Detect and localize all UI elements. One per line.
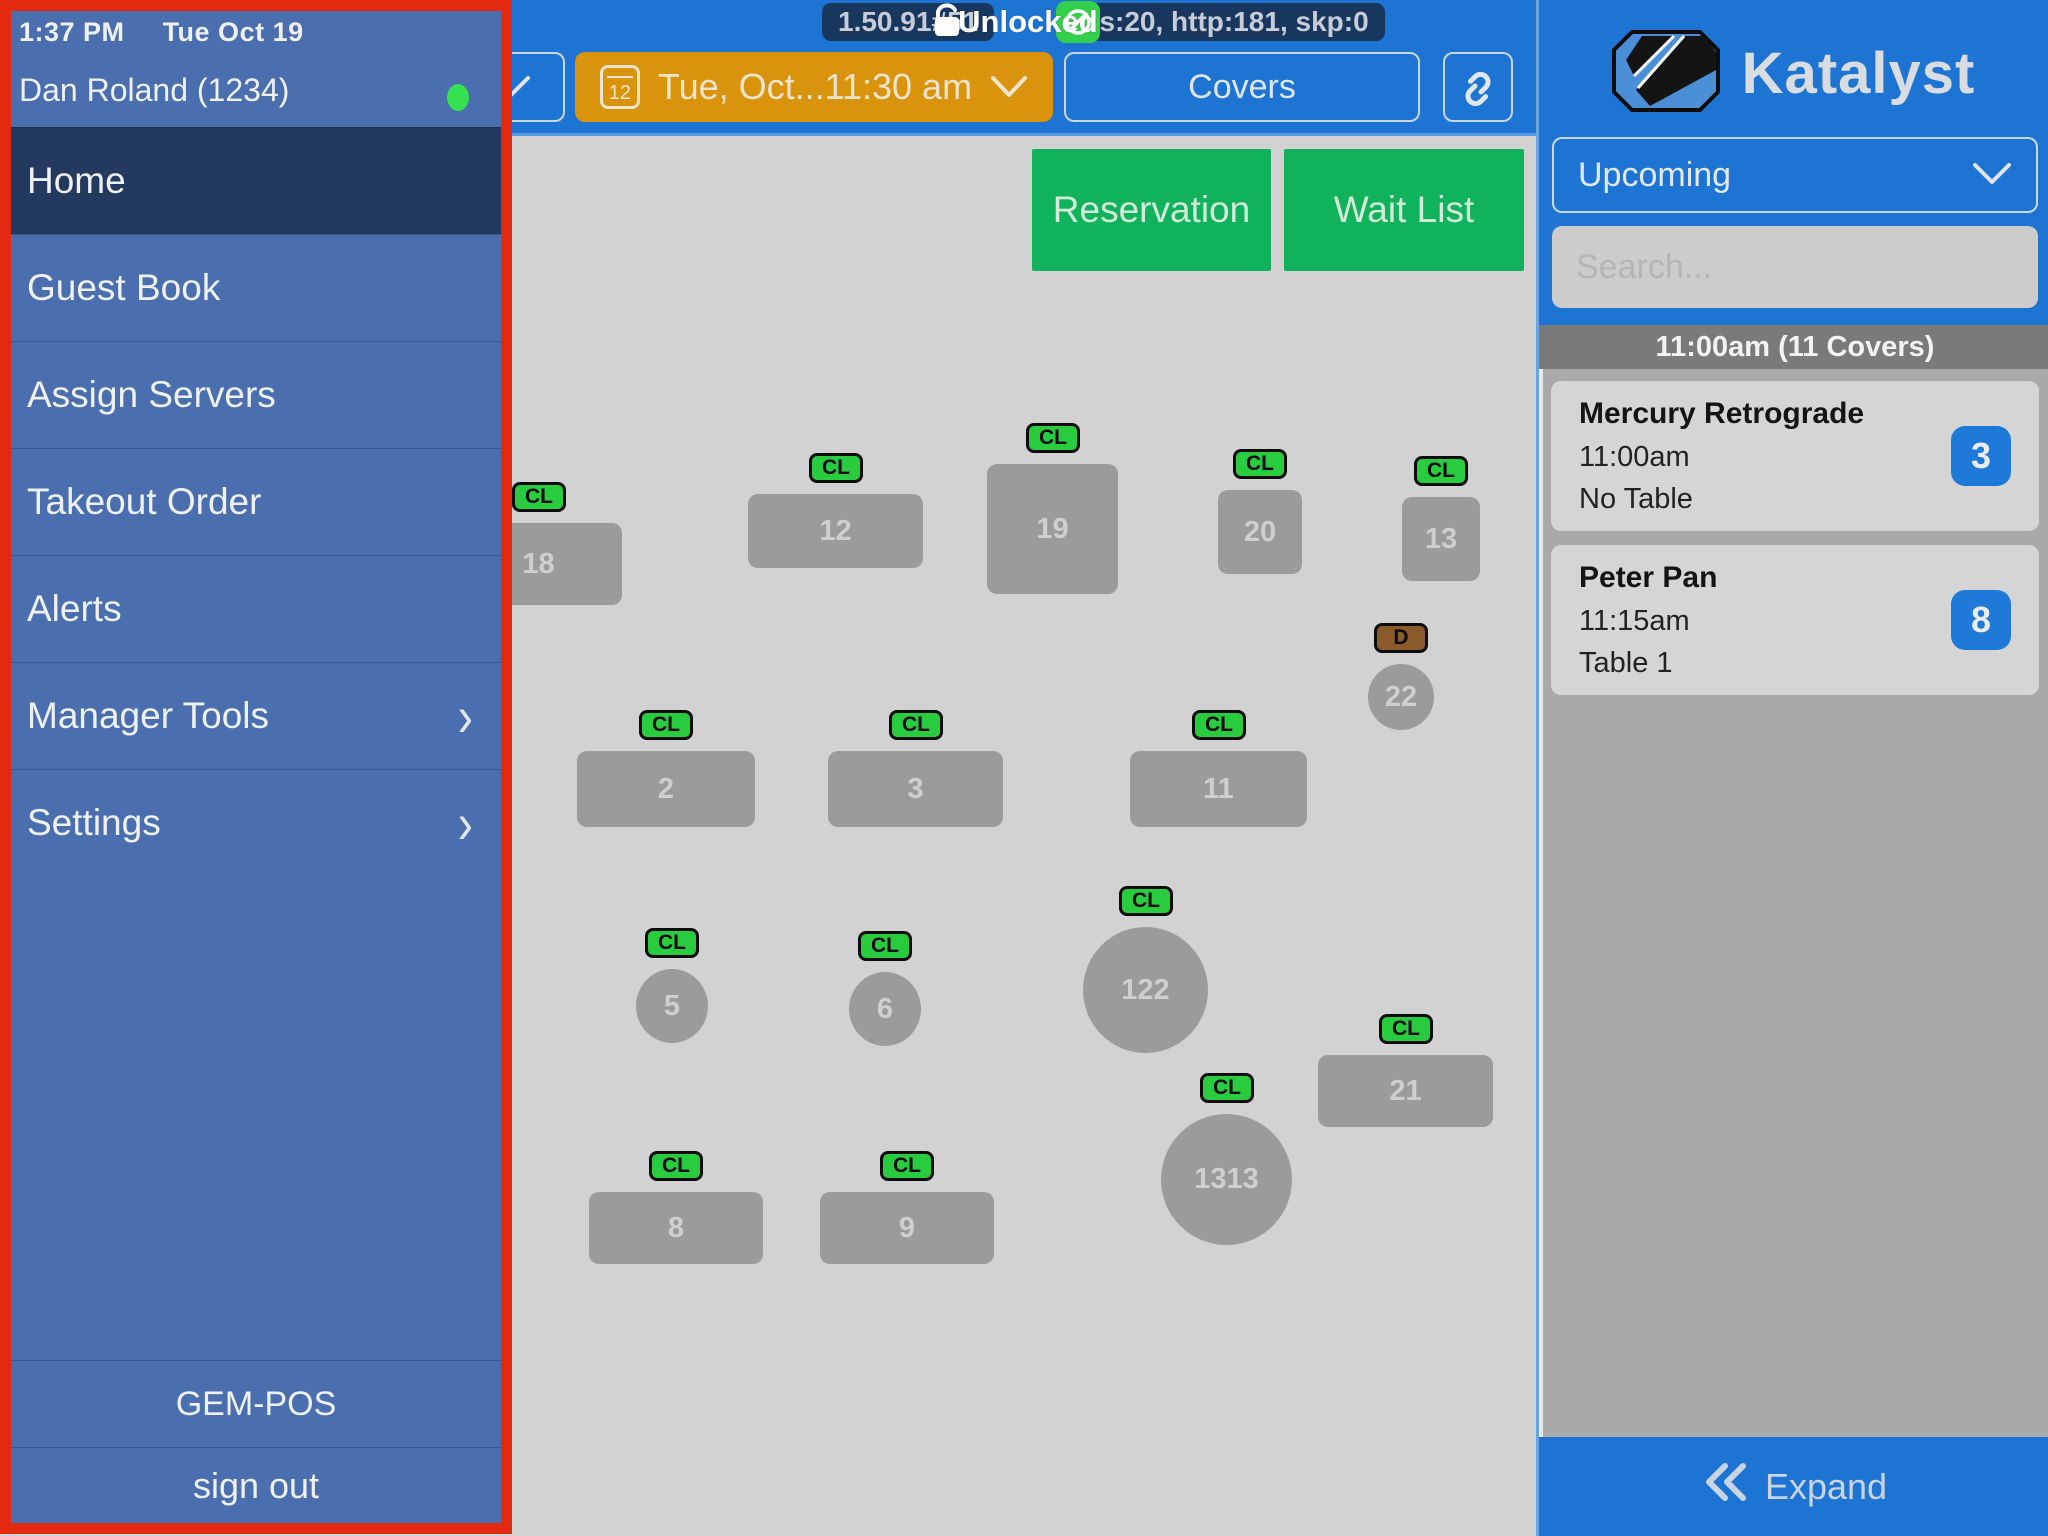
link-icon <box>1456 65 1500 109</box>
menu-list: Home Guest Book Assign Servers Takeout O… <box>11 127 501 876</box>
date-time-label: Tue, Oct...11:30 am <box>658 66 972 108</box>
table-status-badge: CL <box>880 1151 934 1181</box>
clock-time: 1:37 PM <box>19 17 125 47</box>
time-group-header: 11:00am (11 Covers) <box>1539 325 2048 369</box>
status-time-date: 1:37 PM Tue Oct 19 <box>11 11 501 48</box>
table-22[interactable]: 22 <box>1368 664 1434 730</box>
table-1313[interactable]: 1313 <box>1161 1114 1292 1245</box>
sidebar-item-takeout-order[interactable]: Takeout Order <box>11 448 501 555</box>
reservation-filter-dropdown[interactable]: Upcoming <box>1552 137 2038 213</box>
table-status-badge: CL <box>889 710 943 740</box>
reservation-time: 11:00am <box>1579 441 1690 474</box>
covers-badge: 3 <box>1951 426 2011 486</box>
table-122[interactable]: 122 <box>1083 927 1208 1053</box>
brand-row: Katalyst <box>1539 0 2048 140</box>
table-status-badge: CL <box>639 710 693 740</box>
reservation-card[interactable]: Mercury Retrograde 11:00am No Table 3 <box>1551 381 2039 531</box>
clock-date: Tue Oct 19 <box>163 17 304 47</box>
table-status-badge: CL <box>1119 886 1173 916</box>
table-status-badge: CL <box>1233 449 1287 479</box>
table-12[interactable]: 12 <box>748 494 923 568</box>
table-status-badge: CL <box>512 482 566 512</box>
date-time-picker-button[interactable]: 12 Tue, Oct...11:30 am <box>575 52 1053 122</box>
table-status-badge: CL <box>1192 710 1246 740</box>
katalyst-logo-icon <box>1612 30 1720 117</box>
table-6[interactable]: 6 <box>849 972 921 1046</box>
sidebar-item-settings[interactable]: Settings › <box>11 769 501 876</box>
connection-pill: ws:20, http:181, skp:0 <box>1062 3 1385 41</box>
main-menu-sidebar: 1:37 PM Tue Oct 19 Dan Roland (1234) Hom… <box>0 0 512 1534</box>
table-21[interactable]: 21 <box>1318 1055 1493 1127</box>
covers-badge: 8 <box>1951 590 2011 650</box>
table-9[interactable]: 9 <box>820 1192 994 1264</box>
sidebar-item-guest-book[interactable]: Guest Book <box>11 234 501 341</box>
table-status-badge: CL <box>1026 423 1080 453</box>
search-input[interactable] <box>1552 226 2038 308</box>
user-name-label: Dan Roland (1234) <box>19 72 289 108</box>
chevron-down-icon <box>990 75 1028 99</box>
table-status-badge: CL <box>858 931 912 961</box>
covers-button[interactable]: Covers <box>1064 52 1420 122</box>
reservation-time: 11:15am <box>1579 605 1690 638</box>
sign-out-button[interactable]: sign out <box>11 1447 501 1523</box>
table-20[interactable]: 20 <box>1218 490 1302 574</box>
sidebar-item-assign-servers[interactable]: Assign Servers <box>11 341 501 448</box>
table-2[interactable]: 2 <box>577 751 755 827</box>
user-online-dot <box>447 84 469 111</box>
expand-panel-button[interactable]: Expand <box>1539 1437 2048 1536</box>
table-status-badge: CL <box>1414 456 1468 486</box>
pos-app: 1.50.91#51 Unlocked ws:20, http:181, skp… <box>0 0 2048 1536</box>
reservations-panel: Katalyst Upcoming 11:00am (11 Covers) Me… <box>1536 0 2048 1536</box>
chevron-right-icon: › <box>458 682 473 750</box>
table-3[interactable]: 3 <box>828 751 1003 827</box>
reservation-table: Table 1 <box>1579 647 1673 680</box>
table-status-badge: CL <box>1200 1073 1254 1103</box>
guest-name: Mercury Retrograde <box>1579 397 1864 431</box>
reservation-list: Mercury Retrograde 11:00am No Table 3 Pe… <box>1539 369 2048 1437</box>
status-center: 1.50.91#51 Unlocked ws:20, http:181, skp… <box>822 3 1385 41</box>
chevron-down-icon <box>1972 156 2012 195</box>
current-user[interactable]: Dan Roland (1234) <box>11 48 501 127</box>
sidebar-item-home[interactable]: Home <box>11 127 501 234</box>
link-button[interactable] <box>1443 52 1513 122</box>
reservation-table: No Table <box>1579 483 1693 516</box>
sidebar-item-manager-tools[interactable]: Manager Tools › <box>11 662 501 769</box>
guest-name: Peter Pan <box>1579 561 1717 595</box>
table-13[interactable]: 13 <box>1402 497 1480 581</box>
sidebar-item-gem-pos[interactable]: GEM-POS <box>11 1360 501 1447</box>
table-5[interactable]: 5 <box>636 969 708 1043</box>
table-status-badge: D <box>1374 623 1428 653</box>
sidebar-item-alerts[interactable]: Alerts <box>11 555 501 662</box>
table-19[interactable]: 19 <box>987 464 1118 594</box>
wait-list-button[interactable]: Wait List <box>1284 149 1524 271</box>
table-8[interactable]: 8 <box>589 1192 763 1264</box>
calendar-icon: 12 <box>600 65 640 109</box>
filter-selected-value: Upcoming <box>1578 156 1731 195</box>
table-status-badge: CL <box>649 1151 703 1181</box>
lock-status-label: Unlocked <box>958 4 1098 40</box>
expand-label: Expand <box>1765 1466 1887 1508</box>
table-status-badge: CL <box>809 453 863 483</box>
double-chevron-left-icon <box>1703 1462 1749 1511</box>
table-11[interactable]: 11 <box>1130 751 1307 827</box>
brand-name: Katalyst <box>1742 40 1976 107</box>
table-status-badge: CL <box>645 928 699 958</box>
table-status-badge: CL <box>1379 1014 1433 1044</box>
chevron-right-icon: › <box>458 789 473 857</box>
reservation-button[interactable]: Reservation <box>1032 149 1271 271</box>
reservation-card[interactable]: Peter Pan 11:15am Table 1 8 <box>1551 545 2039 695</box>
